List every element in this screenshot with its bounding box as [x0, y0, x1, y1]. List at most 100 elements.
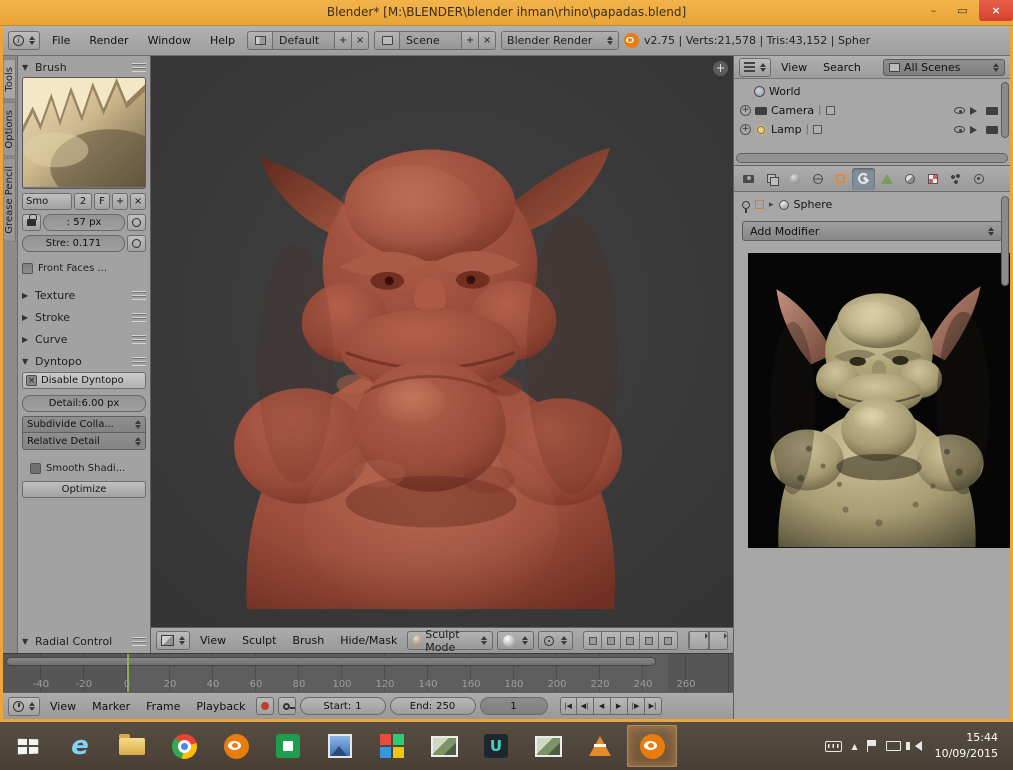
- brush-name-field[interactable]: Smo: [22, 193, 72, 210]
- unlink-brush-button[interactable]: ×: [130, 193, 146, 210]
- taskbar-clock[interactable]: 15:44 10/09/2015: [931, 730, 1006, 762]
- smooth-shading-checkbox[interactable]: [30, 463, 41, 474]
- outliner-menu-view[interactable]: View: [775, 58, 813, 77]
- tab-options[interactable]: Options: [4, 102, 16, 157]
- properties-vertical-scrollbar[interactable]: [1001, 196, 1009, 286]
- editor-type-info-button[interactable]: i: [8, 31, 40, 50]
- add-modifier-dropdown[interactable]: Add Modifier: [742, 221, 1002, 241]
- tab-object-data[interactable]: [875, 168, 898, 190]
- editor-type-outliner-button[interactable]: [739, 58, 771, 77]
- start-frame-field[interactable]: Start: 1: [300, 697, 386, 715]
- menu-window[interactable]: Window: [141, 31, 198, 50]
- taskbar-chrome[interactable]: [159, 725, 209, 767]
- radius-slider[interactable]: : 57 px: [43, 214, 125, 231]
- taskbar-file-explorer[interactable]: [107, 725, 157, 767]
- mode-dropdown[interactable]: Sculpt Mode: [407, 631, 493, 650]
- disable-dyntopo-button[interactable]: × Disable Dyntopo: [22, 372, 146, 389]
- taskbar-internet-explorer[interactable]: e: [55, 725, 105, 767]
- taskbar-image-viewer[interactable]: [419, 725, 469, 767]
- editor-type-timeline-button[interactable]: [8, 697, 40, 716]
- brush-preview[interactable]: [22, 77, 146, 189]
- outliner-item-lamp[interactable]: + Lamp |: [740, 120, 998, 139]
- timeline-menu-frame[interactable]: Frame: [140, 697, 186, 716]
- taskbar-u-app[interactable]: U: [471, 725, 521, 767]
- strength-pressure-button[interactable]: [127, 235, 146, 252]
- stroke-panel-header[interactable]: ▶ Stroke: [22, 309, 146, 326]
- tab-material[interactable]: [898, 168, 921, 190]
- volume-icon[interactable]: [910, 741, 922, 751]
- prev-keyframe-button[interactable]: ◀|: [577, 697, 594, 715]
- renderability-camera-icon[interactable]: [986, 107, 998, 115]
- expander-icon[interactable]: +: [740, 105, 751, 116]
- tab-texture[interactable]: [921, 168, 944, 190]
- play-button[interactable]: ▶: [611, 697, 628, 715]
- action-center-flag-icon[interactable]: [867, 740, 877, 752]
- timeline-scrollbar[interactable]: [6, 657, 656, 666]
- taskbar-vlc[interactable]: [575, 725, 625, 767]
- network-icon[interactable]: [886, 741, 901, 751]
- editor-type-3dview-button[interactable]: [156, 631, 190, 650]
- brush-panel-header[interactable]: ▼ Brush: [22, 59, 146, 76]
- record-button[interactable]: [256, 697, 274, 715]
- render-engine-dropdown[interactable]: Blender Render: [501, 31, 619, 50]
- fake-user-button[interactable]: F: [94, 193, 110, 210]
- viewport-canvas[interactable]: +: [151, 56, 733, 627]
- brush-users-count[interactable]: 2: [74, 193, 92, 210]
- tab-modifiers[interactable]: [852, 168, 875, 190]
- outliner-menu-search[interactable]: Search: [817, 58, 867, 77]
- viewport-menu-hide-mask[interactable]: Hide/Mask: [334, 631, 403, 650]
- outliner-vertical-scrollbar[interactable]: [1001, 82, 1009, 138]
- texture-panel-header[interactable]: ▶ Texture: [22, 287, 146, 304]
- visibility-eye-icon[interactable]: [954, 126, 965, 133]
- optimize-button[interactable]: Optimize: [22, 481, 146, 498]
- outliner-item-world[interactable]: World: [740, 82, 998, 101]
- tray-expand-icon[interactable]: ▲: [851, 742, 857, 751]
- scene-browse-button[interactable]: [374, 31, 400, 50]
- play-reverse-button[interactable]: ◀: [594, 697, 611, 715]
- screen-add-button[interactable]: +: [335, 31, 352, 50]
- taskbar-green-app[interactable]: [263, 725, 313, 767]
- viewport-menu-sculpt[interactable]: Sculpt: [236, 631, 282, 650]
- scene-add-button[interactable]: +: [462, 31, 479, 50]
- toggle-button-4[interactable]: [640, 631, 659, 650]
- add-brush-button[interactable]: +: [112, 193, 128, 210]
- detail-refine-dropdown[interactable]: Subdivide Colla...: [22, 416, 146, 433]
- expander-icon[interactable]: +: [740, 124, 751, 135]
- tab-object[interactable]: [829, 168, 852, 190]
- screen-delete-button[interactable]: ×: [352, 31, 369, 50]
- pin-icon[interactable]: [742, 201, 750, 209]
- maximize-button[interactable]: ▭: [948, 0, 977, 20]
- tab-physics[interactable]: [967, 168, 990, 190]
- radial-control-panel-header[interactable]: ▼ Radial Control: [22, 633, 146, 650]
- radius-unit-button[interactable]: [127, 214, 146, 231]
- visibility-eye-icon[interactable]: [954, 107, 965, 114]
- keying-set-button[interactable]: [278, 697, 296, 715]
- keyboard-icon[interactable]: [825, 741, 842, 752]
- scene-delete-button[interactable]: ×: [479, 31, 496, 50]
- pivot-dropdown[interactable]: [538, 631, 573, 650]
- scene-name[interactable]: Scene: [400, 31, 462, 50]
- tab-render[interactable]: [737, 168, 760, 190]
- detail-size-slider[interactable]: Detail:6.00 px: [22, 395, 146, 412]
- tab-particles[interactable]: [944, 168, 967, 190]
- screen-browse-button[interactable]: [247, 31, 273, 50]
- menu-file[interactable]: File: [45, 31, 77, 50]
- dyntopo-panel-header[interactable]: ▼ Dyntopo: [22, 353, 146, 370]
- outliner-scope-dropdown[interactable]: All Scenes: [883, 59, 1005, 76]
- end-frame-field[interactable]: End: 250: [390, 697, 476, 715]
- jump-to-end-button[interactable]: ▶|: [645, 697, 662, 715]
- taskbar-grid-app[interactable]: [367, 725, 417, 767]
- outliner-horizontal-scrollbar[interactable]: [736, 153, 1008, 163]
- shading-dropdown[interactable]: [497, 631, 534, 650]
- start-button[interactable]: [3, 725, 53, 767]
- selectability-cursor-icon[interactable]: [970, 107, 981, 115]
- next-keyframe-button[interactable]: |▶: [628, 697, 645, 715]
- toggle-button-5[interactable]: [659, 631, 678, 650]
- renderability-camera-icon[interactable]: [986, 126, 998, 134]
- screen-layout-name[interactable]: Default: [273, 31, 335, 50]
- unified-radius-lock-button[interactable]: [22, 214, 41, 231]
- minimize-button[interactable]: –: [919, 0, 948, 20]
- selectability-cursor-icon[interactable]: [970, 126, 981, 134]
- jump-to-start-button[interactable]: |◀: [560, 697, 577, 715]
- menu-render[interactable]: Render: [82, 31, 135, 50]
